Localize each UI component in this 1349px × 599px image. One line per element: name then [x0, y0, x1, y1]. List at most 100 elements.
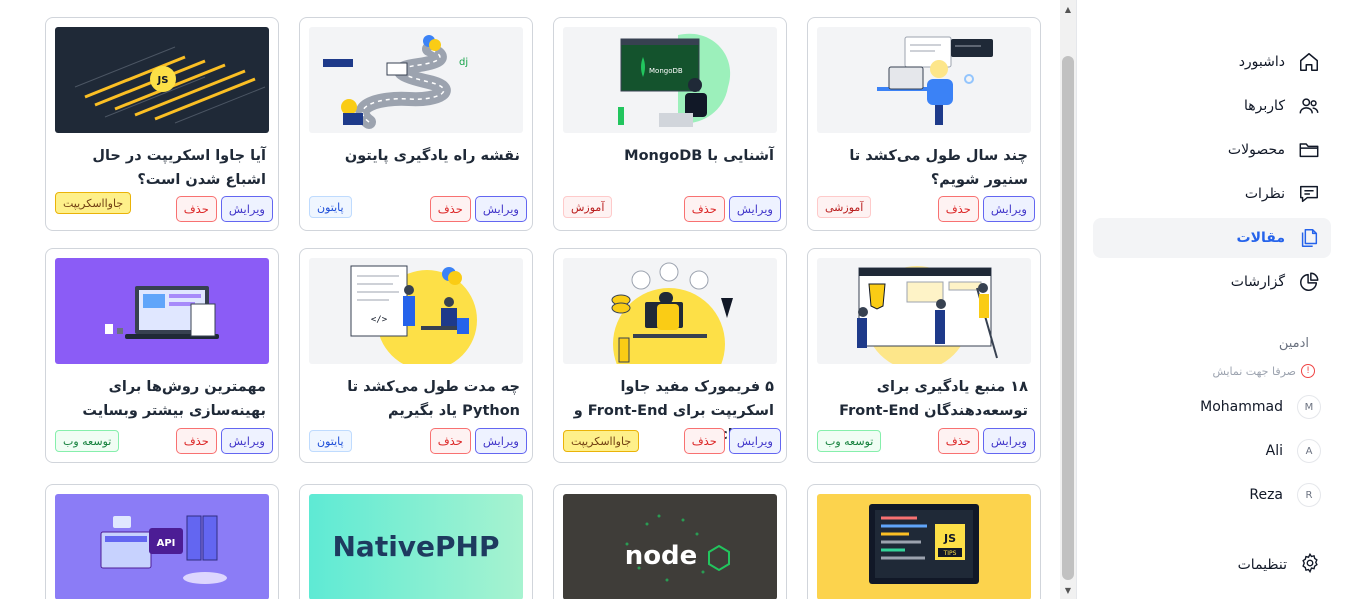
sidebar-item-label: داشبورد	[1238, 54, 1285, 70]
sidebar-item-label: کاربرها	[1244, 98, 1285, 114]
admin-section-title: ادمین	[1278, 336, 1309, 351]
article-card: dj نقشه راه یادگیری پایتون ویرایش حذف پا…	[299, 17, 533, 231]
tips-label-text: TIPS	[943, 550, 957, 557]
article-card: node	[553, 484, 787, 599]
article-thumbnail[interactable]: node	[563, 494, 777, 599]
category-tag: جاوااسکریپت	[563, 430, 640, 452]
avatar: M	[1297, 395, 1321, 419]
article-card: مهمترین روش‌ها برای بهینه‌سازی بیشتر وبس…	[45, 248, 279, 463]
delete-button[interactable]: حذف	[175, 428, 217, 454]
nativephp-logo-text: NativePHP	[332, 530, 499, 563]
category-tag: توسعه وب	[817, 430, 882, 452]
delete-button[interactable]: حذف	[429, 196, 471, 222]
js-badge-text: JS	[157, 75, 169, 86]
avatar: A	[1297, 439, 1321, 463]
mongodb-logo-text: MongoDB	[649, 67, 683, 75]
article-card: ۱۸ منبع یادگیری برای توسعه‌دهندگان Front…	[807, 248, 1041, 463]
article-card: چند سال طول می‌کشد تا سنیور شویم؟ ویرایش…	[807, 17, 1041, 231]
category-tag: آموزشی	[817, 196, 872, 218]
article-card: JS آیا جاوا اسکریپت در حال اشباع شدن است…	[45, 17, 279, 231]
warning-icon: !	[1301, 364, 1315, 378]
category-tag: توسعه وب	[55, 430, 120, 452]
sidebar-item-settings[interactable]: تنظیمات	[1238, 552, 1321, 578]
folder-icon	[1297, 138, 1321, 162]
article-thumbnail[interactable]	[55, 258, 269, 364]
nodejs-logo-text: node	[625, 541, 698, 571]
edit-button[interactable]: ویرایش	[474, 196, 527, 222]
article-title: چه مدت طول می‌کشد تا Python یاد بگیریم	[347, 379, 520, 419]
article-title: آشنایی با MongoDB	[624, 148, 774, 164]
article-thumbnail[interactable]: NativePHP	[309, 494, 523, 599]
users-icon	[1297, 94, 1321, 118]
category-tag: جاوااسکریپت	[55, 192, 132, 214]
sidebar-item-products[interactable]: محصولات	[1093, 130, 1331, 170]
admin-user-ali[interactable]: A Ali	[1266, 439, 1321, 463]
article-card: API	[45, 484, 279, 599]
article-thumbnail[interactable]	[817, 258, 1031, 364]
sidebar-item-articles[interactable]: مقالات	[1093, 218, 1331, 258]
edit-button[interactable]: ویرایش	[220, 196, 273, 222]
category-tag: پایتون	[309, 430, 352, 452]
sidebar-item-comments[interactable]: نظرات	[1093, 174, 1331, 214]
article-card: JS TIPS	[807, 484, 1041, 599]
sidebar-item-dashboard[interactable]: داشبورد	[1093, 42, 1331, 82]
delete-button[interactable]: حذف	[937, 428, 979, 454]
api-label-text: API	[157, 538, 176, 549]
pie-chart-icon	[1297, 270, 1321, 294]
edit-button[interactable]: ویرایش	[728, 428, 781, 454]
avatar: R	[1297, 483, 1321, 507]
delete-button[interactable]: حذف	[429, 428, 471, 454]
edit-button[interactable]: ویرایش	[982, 196, 1035, 222]
scroll-up-arrow-icon[interactable]: ▲	[1060, 2, 1076, 16]
article-thumbnail[interactable]: JS	[55, 27, 269, 133]
edit-button[interactable]: ویرایش	[728, 196, 781, 222]
admin-note-text: صرفا جهت نمایش	[1212, 364, 1296, 378]
article-title: ۱۸ منبع یادگیری برای توسعه‌دهندگان Front…	[839, 379, 1028, 419]
article-card: NativePHP	[299, 484, 533, 599]
sidebar-item-reports[interactable]: گزارشات	[1093, 262, 1331, 302]
sidebar-nav: داشبورد کاربرها محصولات نظرات مقالات گزا…	[1093, 42, 1331, 306]
admin-user-mohammad[interactable]: M Mohammad	[1200, 395, 1321, 419]
scroll-thumb[interactable]	[1062, 56, 1074, 580]
edit-button[interactable]: ویرایش	[474, 428, 527, 454]
delete-button[interactable]: حذف	[175, 196, 217, 222]
category-tag: پایتون	[309, 196, 352, 218]
scroll-down-arrow-icon[interactable]: ▼	[1060, 583, 1076, 597]
sidebar-item-label: نظرات	[1244, 186, 1285, 202]
admin-note: ! صرفا جهت نمایش	[1212, 364, 1315, 378]
article-title: آیا جاوا اسکریپت در حال اشباع شدن است؟	[92, 148, 266, 188]
article-thumbnail[interactable]: API	[55, 494, 269, 599]
article-thumbnail[interactable]: MongoDB	[563, 27, 777, 133]
article-card: </> چه مدت طول می‌کشد تا Python یاد بگیر…	[299, 248, 533, 463]
article-thumbnail[interactable]: </>	[309, 258, 523, 364]
edit-button[interactable]: ویرایش	[982, 428, 1035, 454]
article-thumbnail[interactable]: JS TIPS	[817, 494, 1031, 599]
article-title: چند سال طول می‌کشد تا سنیور شویم؟	[849, 148, 1028, 188]
svg-text:dj: dj	[459, 57, 468, 68]
article-thumbnail[interactable]: dj	[309, 27, 523, 133]
delete-button[interactable]: حذف	[683, 196, 725, 222]
edit-button[interactable]: ویرایش	[220, 428, 273, 454]
article-thumbnail[interactable]	[817, 27, 1031, 133]
sidebar-item-label: محصولات	[1227, 142, 1285, 158]
delete-button[interactable]: حذف	[683, 428, 725, 454]
articles-icon	[1297, 226, 1321, 250]
gear-icon	[1299, 552, 1321, 578]
article-card: MongoDB آشنایی با MongoDB ویرایش حذف آمو…	[553, 17, 787, 231]
settings-label: تنظیمات	[1237, 557, 1287, 573]
sidebar-item-users[interactable]: کاربرها	[1093, 86, 1331, 126]
js-tips-text: JS	[943, 532, 956, 545]
page-scrollbar[interactable]: ▲ ▼	[1060, 0, 1076, 599]
admin-user-reza[interactable]: R Reza	[1249, 483, 1321, 507]
code-symbol-text: </>	[371, 315, 388, 325]
article-title: مهمترین روش‌ها برای بهینه‌سازی بیشتر وبس…	[82, 379, 266, 419]
user-name: Ali	[1265, 443, 1283, 459]
category-tag: آموزش	[563, 196, 613, 218]
sidebar-item-label: گزارشات	[1230, 274, 1285, 290]
user-name: Mohammad	[1200, 399, 1283, 415]
comment-icon	[1297, 182, 1321, 206]
sidebar-item-label: مقالات	[1236, 230, 1286, 246]
article-card: ۵ فریمورک مفید جاوا اسکریپت برای Front-E…	[553, 248, 787, 463]
delete-button[interactable]: حذف	[937, 196, 979, 222]
article-thumbnail[interactable]	[563, 258, 777, 364]
